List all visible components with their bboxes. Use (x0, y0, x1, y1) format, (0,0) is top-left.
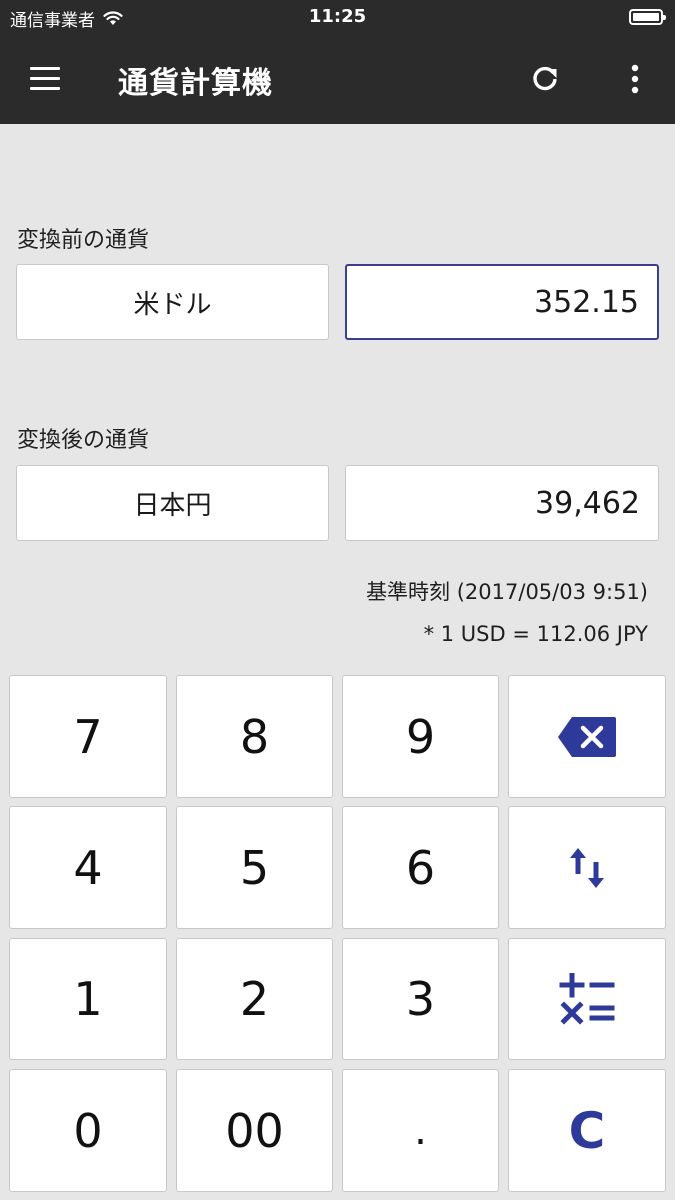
key-6[interactable]: 6 (342, 806, 499, 929)
status-bar: 通信事業者 11:25 (0, 0, 675, 34)
source-currency-name: 米ドル (133, 289, 212, 320)
key-9-label: 9 (405, 709, 436, 764)
exchange-rate-note: * 1 USD = 112.06 JPY (423, 622, 648, 646)
key-00[interactable]: 00 (176, 1069, 333, 1192)
key-decimal-label: . (414, 1107, 427, 1154)
swap-currency-button[interactable] (508, 806, 666, 929)
source-currency-label: 変換前の通貨 (17, 228, 150, 253)
key-00-label: 00 (225, 1103, 284, 1158)
target-amount-field[interactable]: 39,462 (345, 465, 659, 541)
key-0[interactable]: 0 (9, 1069, 167, 1192)
key-2[interactable]: 2 (176, 938, 333, 1060)
hamburger-menu-icon[interactable] (28, 64, 62, 94)
battery-icon (629, 9, 666, 25)
key-2-label: 2 (239, 972, 270, 1026)
target-currency-name: 日本円 (133, 490, 212, 521)
status-time: 11:25 (308, 6, 367, 27)
target-currency-selector[interactable]: 日本円 (16, 465, 329, 541)
key-5[interactable]: 5 (176, 806, 333, 929)
source-currency-selector[interactable]: 米ドル (16, 264, 329, 340)
key-7-label: 7 (73, 709, 103, 764)
clear-button[interactable]: C (508, 1069, 666, 1192)
key-4[interactable]: 4 (9, 806, 167, 929)
refresh-icon[interactable] (528, 62, 562, 96)
key-decimal-point[interactable]: . (342, 1069, 499, 1192)
key-1[interactable]: 1 (9, 938, 167, 1060)
more-vert-icon[interactable] (620, 62, 650, 96)
source-amount-value: 352.15 (534, 284, 639, 320)
key-1-label: 1 (73, 972, 103, 1026)
source-amount-field[interactable]: 352.15 (345, 264, 659, 340)
operators-button[interactable] (508, 938, 666, 1060)
app-bar: 通貨計算機 (0, 34, 675, 124)
key-8-label: 8 (239, 709, 270, 764)
clear-label: C (568, 1101, 606, 1160)
key-3[interactable]: 3 (342, 938, 499, 1060)
top-bar: 通信事業者 11:25 通貨計算機 (0, 0, 675, 124)
backspace-button[interactable] (508, 675, 666, 798)
key-7[interactable]: 7 (9, 675, 167, 798)
key-5-label: 5 (239, 840, 270, 895)
key-0-label: 0 (73, 1103, 103, 1158)
key-8[interactable]: 8 (176, 675, 333, 798)
swap-vertical-icon (567, 844, 607, 892)
backspace-icon (556, 715, 618, 759)
app-title: 通貨計算機 (118, 66, 273, 101)
key-9[interactable]: 9 (342, 675, 499, 798)
key-6-label: 6 (405, 840, 436, 895)
target-amount-value: 39,462 (535, 485, 640, 521)
key-4-label: 4 (73, 840, 103, 895)
key-3-label: 3 (405, 972, 436, 1026)
rate-timestamp: 基準時刻 (2017/05/03 9:51) (366, 580, 648, 604)
target-currency-label: 変換後の通貨 (17, 428, 150, 453)
calculator-operators-icon (559, 973, 615, 1025)
